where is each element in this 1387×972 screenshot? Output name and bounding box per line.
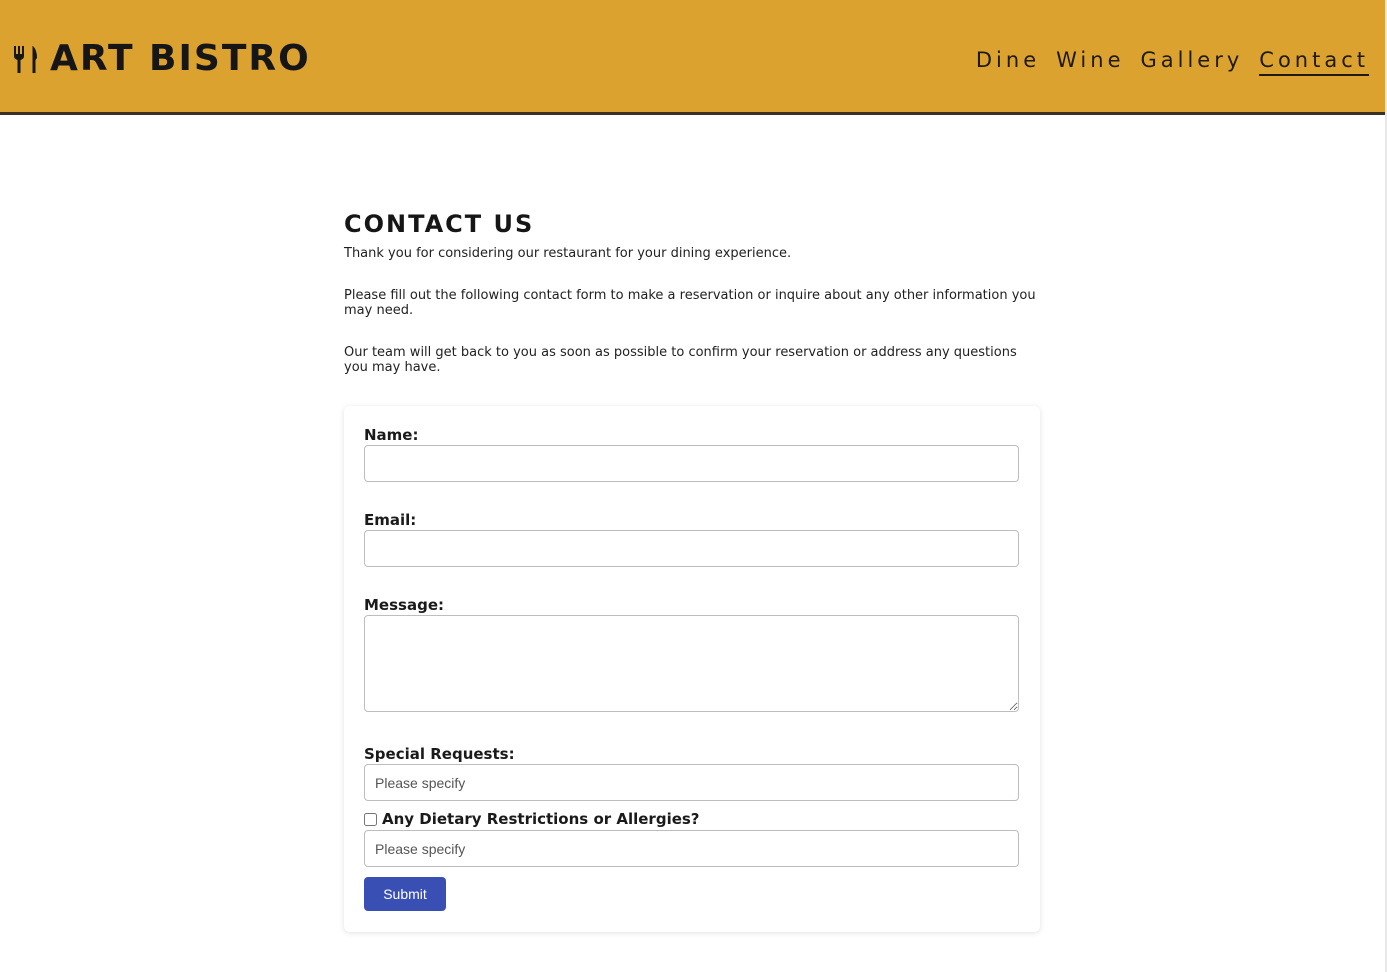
brand[interactable]: ART BISTRO [12, 38, 311, 79]
brand-title: ART BISTRO [50, 38, 311, 79]
name-input[interactable] [364, 445, 1019, 482]
name-label: Name: [364, 426, 419, 444]
submit-button[interactable]: Submit [364, 877, 446, 911]
fork-knife-icon [12, 44, 38, 74]
contact-section: CONTACT US Thank you for considering our… [344, 210, 1040, 932]
message-label: Message: [364, 596, 444, 614]
main-nav: Dine Wine Gallery Contact [976, 48, 1369, 76]
dietary-label: Any Dietary Restrictions or Allergies? [382, 810, 700, 828]
contact-form: Name: Email: Message: Special Requests: … [344, 406, 1040, 932]
dietary-input[interactable] [364, 830, 1019, 867]
email-label: Email: [364, 511, 417, 529]
page-title: CONTACT US [344, 210, 535, 238]
special-requests-label: Special Requests: [364, 745, 515, 763]
nav-item-contact[interactable]: Contact [1259, 48, 1369, 76]
nav-item-wine[interactable]: Wine [1056, 48, 1124, 76]
dietary-checkbox[interactable] [364, 812, 377, 826]
intro-paragraph: Thank you for considering our restaurant… [344, 246, 792, 261]
special-requests-input[interactable] [364, 764, 1019, 801]
message-textarea[interactable] [364, 615, 1019, 712]
dietary-row: Any Dietary Restrictions or Allergies? [364, 810, 700, 828]
nav-item-dine[interactable]: Dine [976, 48, 1040, 76]
intro-text: Thank you for considering our restaurant… [344, 246, 1040, 375]
intro-paragraph: Please fill out the following contact fo… [344, 288, 1036, 318]
site-header: ART BISTRO Dine Wine Gallery Contact [0, 0, 1386, 115]
intro-paragraph: Our team will get back to you as soon as… [344, 345, 1017, 375]
nav-item-gallery[interactable]: Gallery [1141, 48, 1244, 76]
email-input[interactable] [364, 530, 1019, 567]
